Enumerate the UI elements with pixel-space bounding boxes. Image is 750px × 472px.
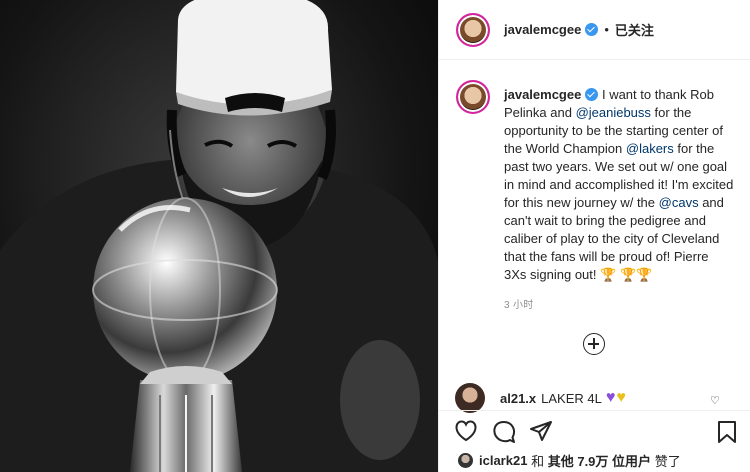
caption-username[interactable]: javalemcgee (504, 87, 581, 102)
heart-icon[interactable] (454, 420, 478, 442)
caption-text: javalemcgee I want to thank Rob Pelinka … (504, 86, 734, 284)
purple-heart-emoji: ♥ (605, 389, 616, 406)
caption-block: javalemcgee I want to thank Rob Pelinka … (439, 60, 750, 284)
caption-verified-badge-icon (585, 88, 599, 101)
trophy-emoji: 🏆 (600, 267, 617, 282)
likes-count[interactable]: 7.9万 (577, 451, 608, 470)
plus-circle-icon[interactable] (583, 333, 605, 355)
caption-author-avatar[interactable] (456, 80, 490, 114)
mention-jeaniebuss[interactable]: @jeaniebuss (576, 105, 651, 120)
bookmark-icon[interactable] (717, 420, 737, 444)
liker-username[interactable]: iclark21 (479, 453, 527, 468)
likes-others-prefix[interactable]: 其他 (548, 451, 574, 470)
mention-cavs[interactable]: @cavs (659, 195, 699, 210)
trophy-emoji-pair: 🏆🏆 (619, 267, 653, 282)
post-modal: javalemcgee • 已关注 javalemcgee I want to … (0, 0, 750, 472)
author-avatar[interactable] (456, 12, 490, 47)
separator-dot: • (604, 22, 609, 37)
comment-icon[interactable] (492, 420, 516, 444)
share-icon[interactable] (529, 420, 553, 442)
likes-and: 和 (531, 454, 545, 469)
post-photo (0, 0, 438, 472)
comment-row: al21.x LAKER 4L ♥ ♥ (455, 383, 626, 413)
likes-others-suffix[interactable]: 位用户 (612, 451, 651, 470)
following-button[interactable]: 已关注 (615, 20, 654, 39)
commenter-avatar[interactable] (455, 383, 485, 413)
commenter-username[interactable]: al21.x (500, 391, 536, 406)
action-bar (438, 410, 750, 450)
mention-lakers[interactable]: @lakers (626, 141, 674, 156)
comment-like-heart-icon[interactable]: ♡ (710, 394, 720, 407)
likes-summary: iclark21 和 其他 7.9万 位用户 赞了 (458, 451, 681, 470)
photo-illustration (0, 0, 438, 472)
post-header: javalemcgee • 已关注 (439, 0, 750, 60)
liker-avatar[interactable] (458, 453, 473, 468)
author-username[interactable]: javalemcgee (504, 22, 581, 37)
likes-liked: 赞了 (654, 454, 681, 469)
verified-badge-icon (585, 23, 599, 36)
yellow-heart-emoji: ♥ (616, 389, 626, 406)
caption-timestamp[interactable]: 3 小时 (504, 296, 750, 311)
comment-text: LAKER 4L (541, 390, 602, 406)
